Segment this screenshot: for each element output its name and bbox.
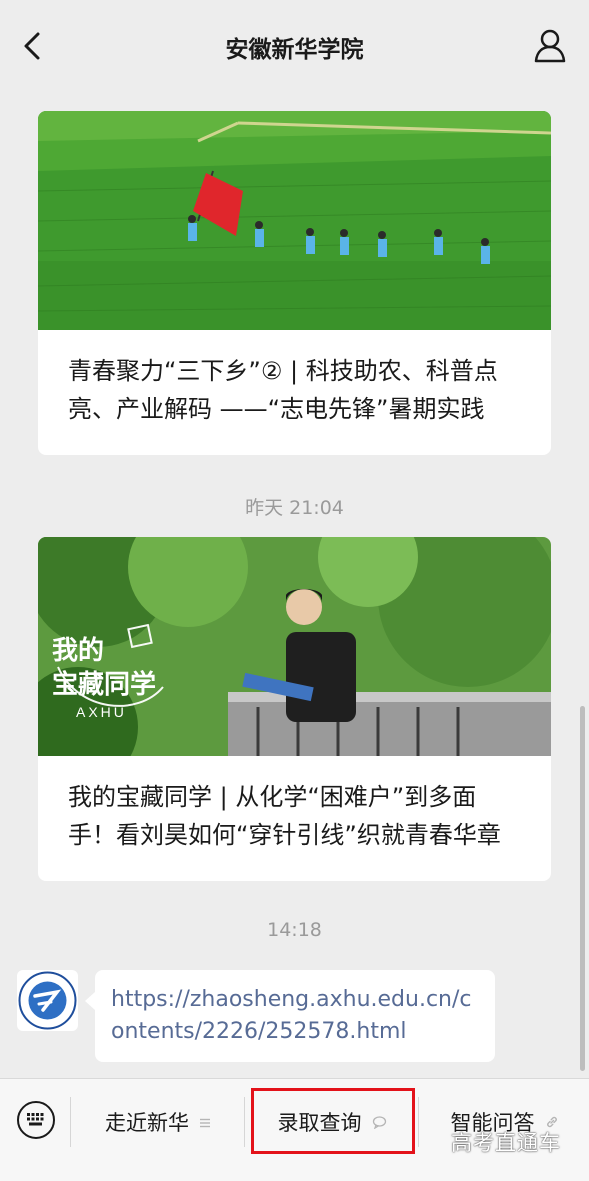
divider <box>70 1097 71 1147</box>
svg-text:宝藏同学: 宝藏同学 <box>52 669 156 699</box>
keyboard-toggle-button[interactable] <box>17 1101 55 1139</box>
menu-item-label: 录取查询 <box>277 1110 362 1135</box>
top-bar: 安徽新华学院 <box>0 0 589 80</box>
article-card[interactable]: 我的 宝藏同学 AXHU 我的宝藏同学 | 从化学“困难户”到多面手！看刘昊如何… <box>38 537 551 881</box>
menu-item-label: 走近新华 <box>105 1110 189 1135</box>
person-icon <box>534 29 566 63</box>
article-title: 我的宝藏同学 | 从化学“困难户”到多面手！看刘昊如何“穿针引线”织就青春华章 <box>68 783 501 849</box>
message-timestamp: 昨天 21:04 <box>245 497 344 519</box>
divider <box>244 1097 245 1147</box>
keyboard-icon <box>27 1113 44 1126</box>
article-cover-image <box>38 111 551 330</box>
article-cover-image: 我的 宝藏同学 AXHU <box>38 537 551 756</box>
scrollbar[interactable] <box>580 706 585 1071</box>
link-message[interactable]: https://zhaosheng.axhu.edu.cn/contents/2… <box>85 970 495 1062</box>
watermark-text: 高考直通车 <box>451 1131 561 1155</box>
profile-button[interactable] <box>533 28 567 64</box>
chat-bubble-icon <box>372 1110 387 1134</box>
svg-text:AXHU: AXHU <box>76 704 127 720</box>
list-icon <box>199 1110 211 1134</box>
page-title: 安徽新华学院 <box>225 37 364 63</box>
divider <box>418 1097 419 1147</box>
menu-item-zoujin[interactable]: 走近新华 <box>72 1079 244 1164</box>
article-card[interactable]: 青春聚力“三下乡”② | 科技助农、科普点亮、产业解码 ——“志电先锋”暑期实践 <box>38 111 551 455</box>
svg-text:我的: 我的 <box>52 635 104 665</box>
article-title: 青春聚力“三下乡”② | 科技助农、科普点亮、产业解码 ——“志电先锋”暑期实践 <box>68 357 498 423</box>
menu-item-admission-query[interactable]: 录取查询 <box>246 1079 418 1164</box>
message-timestamp: 14:18 <box>267 919 322 941</box>
avatar[interactable] <box>17 970 78 1031</box>
university-logo <box>17 970 78 1031</box>
